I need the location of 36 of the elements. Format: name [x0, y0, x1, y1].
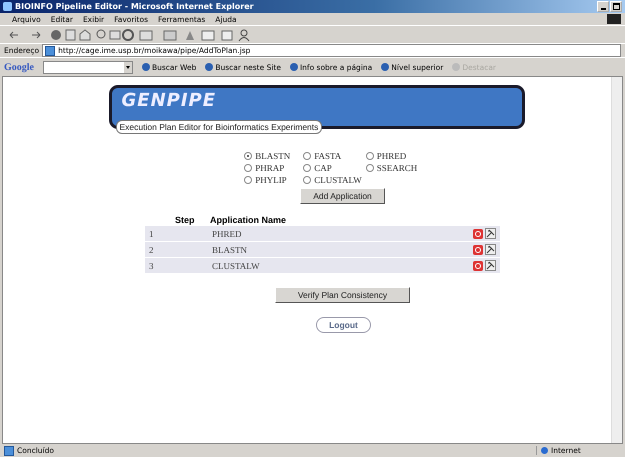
- column-header: Step: [174, 215, 196, 225]
- google-logo[interactable]: Google: [4, 62, 34, 72]
- tools-icon[interactable]: [485, 244, 496, 256]
- radio-option[interactable]: BLASTN: [244, 151, 300, 161]
- delete-icon[interactable]: [473, 244, 483, 255]
- maximize-button[interactable]: [610, 1, 622, 12]
- window-title: BIOINFO Pipeline Editor - Microsoft Internet Explorer: [15, 2, 255, 11]
- verify-plan-button[interactable]: Verify Plan Consistency: [274, 287, 410, 303]
- minimize-button[interactable]: [597, 1, 609, 12]
- delete-icon[interactable]: [473, 228, 483, 239]
- add-application-button[interactable]: Add Application: [300, 188, 385, 204]
- google-search-field[interactable]: [43, 60, 133, 74]
- application-cell: PHRED: [208, 226, 464, 241]
- radio-option[interactable]: PHRED: [366, 151, 421, 161]
- radio-option[interactable]: CAP: [303, 163, 362, 173]
- radio-option[interactable]: FASTA: [303, 151, 362, 161]
- radio-option[interactable]: SSEARCH: [366, 163, 421, 173]
- step-cell: 1: [145, 226, 208, 241]
- step-cell: 2: [145, 242, 208, 257]
- page-icon: [45, 46, 56, 56]
- page-icon: [4, 446, 14, 456]
- column-header: Application Name: [209, 215, 288, 225]
- genpipe-logo: GENPIPE: [122, 90, 218, 111]
- browser-icon: [3, 2, 12, 11]
- logout-button[interactable]: Logout: [316, 317, 371, 333]
- scrollbar[interactable]: [611, 77, 622, 443]
- application-cell: BLASTN: [208, 242, 464, 257]
- tools-icon[interactable]: [485, 228, 496, 240]
- banner-subtitle: Execution Plan Editor for Bioinformatics Experiments: [116, 120, 322, 134]
- step-cell: 3: [145, 258, 208, 273]
- tools-icon[interactable]: [485, 260, 496, 272]
- radio-option[interactable]: CLUSTALW: [303, 175, 362, 185]
- radio-option[interactable]: PHRAP: [244, 163, 300, 173]
- delete-icon[interactable]: [473, 260, 483, 271]
- radio-option[interactable]: PHYLIP: [244, 175, 300, 185]
- application-cell: CLUSTALW: [208, 258, 464, 273]
